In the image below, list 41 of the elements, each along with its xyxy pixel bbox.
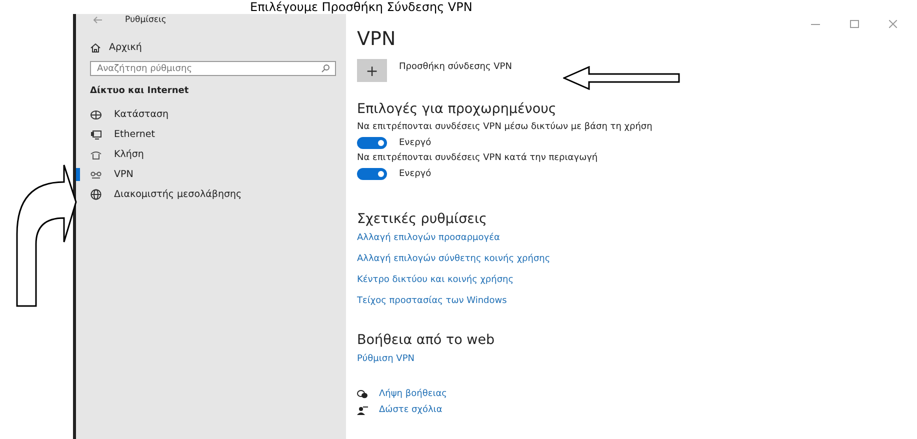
maximize-icon[interactable] — [850, 20, 859, 28]
globe-status-icon — [90, 110, 102, 120]
toggle-switch[interactable] — [357, 168, 387, 180]
option-label: Να επιτρέπονται συνδέσεις VPN μέσω δικτύων με βάση τη χρήση — [357, 121, 654, 134]
toggle-state: Ενεργό — [399, 138, 432, 148]
close-icon[interactable] — [889, 20, 897, 28]
home-link[interactable]: Αρχική — [90, 42, 142, 53]
help-link[interactable]: Δώστε σχόλια — [379, 403, 442, 417]
toggle-state: Ενεργό — [399, 169, 432, 179]
section-heading: Σχετικές ρυθμίσεις — [357, 210, 488, 228]
chat-bubbles-icon — [357, 390, 368, 398]
settings-link[interactable]: Αλλαγή επιλογών σύνθετης κοινής χρήσης — [357, 249, 550, 270]
add-vpn-label: Προσθήκη σύνδεσης VPN — [399, 62, 512, 72]
instruction-heading: Επιλέγουμε Προσθήκη Σύνδεσης VPN — [250, 0, 474, 14]
option-label: Να επιτρέπονται συνδέσεις VPN κατά την περιαγωγή — [357, 152, 599, 165]
sidebar-item[interactable]: Κατάσταση — [76, 108, 169, 121]
settings-link[interactable]: Κέντρο δικτύου και κοινής χρήσης — [357, 270, 514, 291]
back-arrow-icon[interactable] — [93, 16, 103, 24]
section-heading: Δίκτυο και Internet — [90, 86, 190, 96]
toggle-switch[interactable] — [357, 137, 387, 149]
section-heading: Επιλογές για προχωρημένους — [357, 100, 558, 118]
globe-icon — [90, 189, 102, 200]
page-title: VPN — [357, 27, 397, 51]
search-field[interactable]: Αναζήτηση ρύθμισης — [90, 61, 336, 76]
phone-icon — [90, 150, 102, 160]
settings-link[interactable]: Αλλαγή επιλογών προσαρμογέα — [357, 228, 500, 249]
sidebar-item[interactable]: Διακομιστής μεσολάβησης — [76, 188, 242, 201]
sidebar-item[interactable]: Ethernet — [76, 128, 155, 141]
feedback-person-icon — [357, 406, 368, 414]
search-icon — [321, 64, 330, 73]
help-link[interactable]: Λήψη βοήθειας — [379, 387, 447, 401]
sidebar-item[interactable]: VPN — [76, 168, 134, 181]
home-icon — [90, 42, 101, 52]
add-button[interactable]: + — [357, 59, 387, 82]
window-title: Ρυθμίσεις — [125, 15, 166, 25]
settings-link[interactable]: Τείχος προστασίας των Windows — [357, 291, 507, 312]
ethernet-icon — [90, 130, 102, 140]
section-heading: Βοήθεια από το web — [357, 331, 496, 349]
sidebar-item[interactable]: Κλήση — [76, 148, 144, 161]
help-link[interactable]: Ρύθμιση VPN — [357, 349, 414, 370]
vpn-icon — [90, 170, 102, 180]
